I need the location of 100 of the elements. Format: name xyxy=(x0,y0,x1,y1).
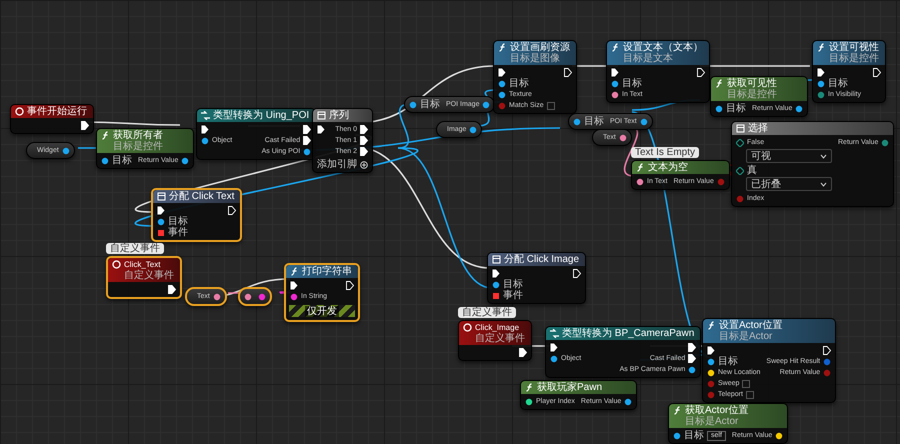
exec-pin-icon[interactable] xyxy=(290,281,298,290)
pin-icon[interactable] xyxy=(409,100,417,108)
node-type-icon xyxy=(157,192,166,201)
exec-pin-icon[interactable] xyxy=(519,348,527,357)
pin-icon[interactable] xyxy=(618,134,627,142)
exec-pin-icon[interactable] xyxy=(817,68,825,77)
pin-icon[interactable] xyxy=(715,104,723,112)
function-icon xyxy=(101,131,110,140)
blueprint-node[interactable]: Click_Text 自定义事件 xyxy=(106,256,182,299)
node-subtitle: 自定义事件 xyxy=(475,333,525,344)
checkbox[interactable] xyxy=(546,102,555,110)
exec-pin-icon[interactable] xyxy=(360,147,368,156)
pin-label: 目标 xyxy=(420,99,440,110)
exec-pin-icon[interactable] xyxy=(707,346,715,355)
banner-label: 仅开发 xyxy=(305,306,339,316)
pin-icon[interactable] xyxy=(817,80,825,88)
function-icon xyxy=(673,406,682,415)
checkbox[interactable] xyxy=(742,380,750,388)
function-icon xyxy=(525,383,534,392)
exec-pin-icon[interactable] xyxy=(81,121,89,130)
pin-icon[interactable] xyxy=(492,280,500,288)
node-title: 文本为空 xyxy=(648,162,688,173)
pin-icon[interactable] xyxy=(707,368,715,376)
blueprint-node[interactable]: 分配 Click Image 目标 事件 xyxy=(487,252,586,304)
value-dropdown[interactable]: 已折叠 xyxy=(746,177,832,191)
exec-pin-icon[interactable] xyxy=(201,125,209,134)
node-title: 获取玩家Pawn xyxy=(537,382,602,393)
node-title: 设置文本（文本） xyxy=(623,42,703,53)
pin-icon[interactable] xyxy=(611,80,619,88)
pin-label: 事件 xyxy=(168,227,188,238)
exec-pin-icon[interactable] xyxy=(346,281,354,290)
blueprint-node[interactable]: Click_Image 自定义事件 xyxy=(458,320,532,361)
blueprint-node[interactable] xyxy=(238,287,272,306)
pin-icon[interactable] xyxy=(611,90,619,98)
checkbox[interactable] xyxy=(746,390,754,398)
pin-icon[interactable] xyxy=(290,292,298,300)
node-title: 选择 xyxy=(748,123,768,134)
pin-icon[interactable] xyxy=(673,432,681,440)
exec-pin-icon[interactable] xyxy=(688,343,696,352)
pin-icon[interactable] xyxy=(550,354,558,362)
pin-icon[interactable] xyxy=(303,148,312,156)
node-title: 设置画刷资源 xyxy=(510,42,570,53)
pin-icon[interactable] xyxy=(482,100,490,108)
blueprint-node[interactable]: 分配 Click Text 目标 事件 xyxy=(151,188,242,242)
pin-icon[interactable] xyxy=(157,218,165,226)
exec-pin-icon[interactable] xyxy=(550,343,558,352)
exec-pin-icon[interactable] xyxy=(157,206,165,215)
pin-icon[interactable] xyxy=(640,118,648,126)
pin-icon[interactable] xyxy=(492,292,500,300)
pin-icon[interactable] xyxy=(498,90,506,98)
add-pin-label[interactable]: 添加引脚 xyxy=(317,159,357,170)
pin-label: 目标 xyxy=(112,155,132,166)
exec-pin-icon[interactable] xyxy=(360,136,368,145)
exec-pin-icon[interactable] xyxy=(573,269,582,278)
value-dropdown[interactable]: 可视 xyxy=(746,149,832,163)
node-type-icon xyxy=(492,255,501,264)
exec-pin-icon[interactable] xyxy=(611,68,619,77)
pin-icon[interactable] xyxy=(157,228,165,236)
pin-icon[interactable] xyxy=(101,156,109,164)
pin-icon[interactable] xyxy=(498,80,506,88)
pin-icon[interactable] xyxy=(636,178,644,186)
node-title: 获取Actor位置 xyxy=(685,405,748,416)
exec-pin-icon[interactable] xyxy=(228,206,236,215)
pin-icon[interactable] xyxy=(573,118,581,126)
add-icon[interactable] xyxy=(360,160,368,168)
pin-icon[interactable] xyxy=(212,292,221,300)
pin-icon[interactable] xyxy=(688,366,696,374)
blueprint-node[interactable]: 事件开始运行 xyxy=(10,104,94,134)
exec-pin-icon[interactable] xyxy=(873,68,881,77)
node-title: 类型转换为 Uing_POI xyxy=(213,110,310,121)
pin-label: 目标 xyxy=(684,430,704,441)
node-subtitle: 目标是控件 xyxy=(113,141,163,152)
exec-pin-icon[interactable] xyxy=(168,285,176,294)
exec-pin-icon[interactable] xyxy=(697,68,705,77)
exec-pin-icon[interactable] xyxy=(688,354,696,363)
comment-bubble: 自定义事件 xyxy=(106,243,164,254)
pin-icon[interactable] xyxy=(62,146,70,154)
node-title: 设置Actor位置 xyxy=(719,320,782,331)
exec-pin-icon[interactable] xyxy=(492,269,500,278)
pin-icon[interactable] xyxy=(624,398,632,406)
pin-icon[interactable] xyxy=(201,136,209,144)
node-subtitle: 自定义事件 xyxy=(124,270,174,281)
pin-icon[interactable] xyxy=(775,432,784,440)
exec-pin-icon[interactable] xyxy=(360,125,368,134)
pin-icon[interactable] xyxy=(181,156,190,164)
exec-pin-icon[interactable] xyxy=(498,68,506,77)
node-type-icon xyxy=(736,124,745,133)
exec-pin-icon[interactable] xyxy=(564,68,572,77)
pin-icon[interactable] xyxy=(795,104,804,112)
node-subtitle: 目标是图像 xyxy=(510,53,561,64)
pin-icon[interactable] xyxy=(707,358,715,366)
pin-label: 目标 xyxy=(622,78,642,89)
node-title: Click_Image xyxy=(475,322,520,332)
node-title: 设置可视性 xyxy=(829,42,879,53)
exec-pin-icon[interactable] xyxy=(823,346,832,355)
event-icon xyxy=(112,260,121,269)
pin-icon[interactable] xyxy=(244,292,252,300)
pin-icon[interactable] xyxy=(469,126,478,134)
pin-icon[interactable] xyxy=(525,398,533,406)
function-icon xyxy=(715,79,724,88)
